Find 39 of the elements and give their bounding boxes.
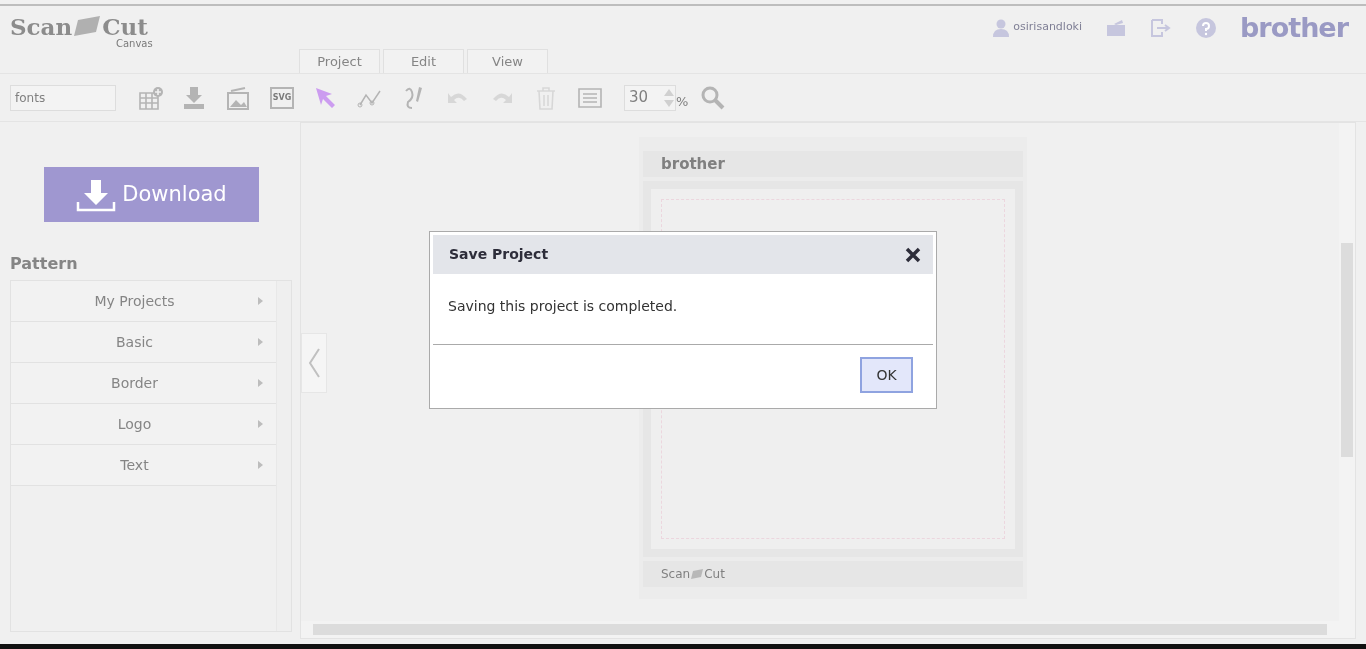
mat-brand-text: brother xyxy=(643,151,1023,177)
caret-icon xyxy=(258,297,264,305)
search-icon[interactable] xyxy=(700,84,727,111)
image-import-icon[interactable] xyxy=(225,84,251,111)
zoom-unit: % xyxy=(676,92,689,111)
zoom-field[interactable]: 30 xyxy=(624,84,676,111)
grid-add-icon[interactable] xyxy=(137,84,163,111)
tab[interactable]: Project xyxy=(299,49,380,73)
search-field[interactable]: fonts xyxy=(10,84,116,111)
logo-text: Scan xyxy=(10,15,73,38)
download-button[interactable]: Download xyxy=(44,167,259,222)
caret-icon xyxy=(258,379,264,387)
leaf-logo-icon xyxy=(72,14,103,38)
tab[interactable]: View xyxy=(467,49,548,73)
chevron-left-icon xyxy=(308,348,320,378)
svg-file-icon[interactable]: SVG xyxy=(270,86,294,109)
mat-logo-text: Scan xyxy=(661,566,691,583)
caret-icon xyxy=(258,461,264,469)
collapse-handle[interactable] xyxy=(301,333,327,393)
mat-logo-text: Cut xyxy=(704,566,725,583)
close-icon[interactable] xyxy=(905,246,921,263)
section-title: Pattern xyxy=(10,253,79,275)
user-icon xyxy=(993,18,1010,37)
caret-icon xyxy=(258,420,264,428)
download-icon[interactable] xyxy=(181,84,207,111)
tab[interactable]: Edit xyxy=(383,49,464,73)
download-icon xyxy=(76,177,117,212)
logo-text: Cut xyxy=(102,15,148,38)
logo-subtitle: Canvas xyxy=(116,39,153,49)
caret-icon xyxy=(258,338,264,346)
logout-icon[interactable] xyxy=(1150,18,1173,37)
dialog-title: Save Project xyxy=(449,245,549,264)
folder-icon[interactable] xyxy=(1106,18,1127,37)
brand-logo: brother xyxy=(1240,14,1348,41)
dialog-message: Saving this project is completed. xyxy=(447,297,679,316)
ok-button[interactable]: OK xyxy=(860,357,913,393)
user-name[interactable]: osirisandloki xyxy=(1013,19,1083,36)
help-icon[interactable] xyxy=(1196,17,1217,38)
leaf-logo-icon xyxy=(690,568,705,580)
